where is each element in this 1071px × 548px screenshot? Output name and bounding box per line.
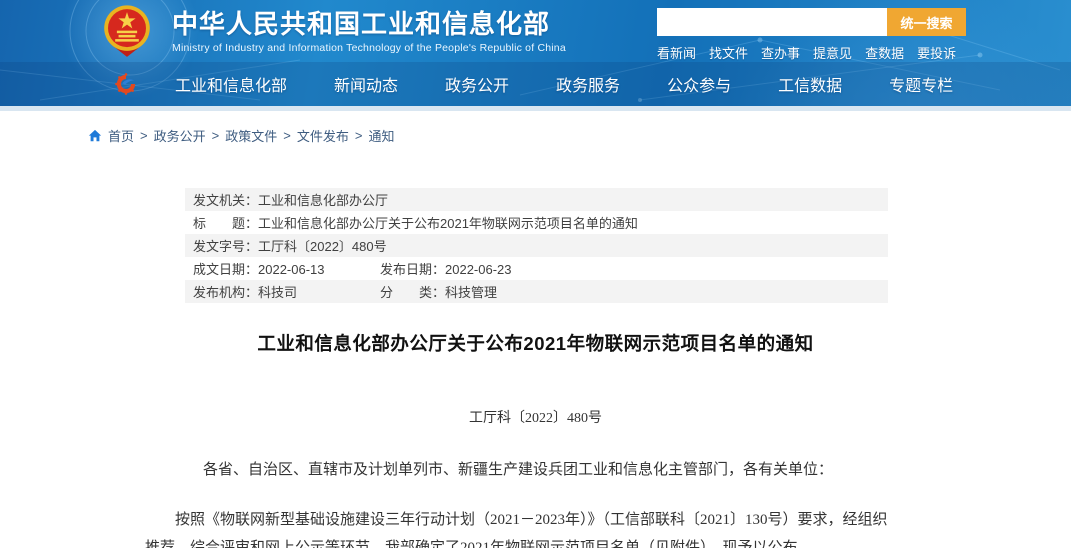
quick-links: 看新闻 找文件 查办事 提意见 查数据 要投诉 bbox=[657, 43, 967, 62]
breadcrumb-gov-disclosure[interactable]: 政务公开 bbox=[154, 126, 206, 145]
home-icon bbox=[88, 129, 102, 141]
quick-link-services[interactable]: 查办事 bbox=[761, 43, 800, 62]
breadcrumb-policy-documents[interactable]: 政策文件 bbox=[225, 126, 277, 145]
quick-link-news[interactable]: 看新闻 bbox=[657, 43, 696, 62]
meta-value: 2022-06-13 bbox=[258, 262, 325, 277]
meta-value: 工业和信息化部办公厅关于公布2021年物联网示范项目名单的通知 bbox=[258, 216, 638, 231]
nav-item-special-columns[interactable]: 专题专栏 bbox=[889, 72, 953, 96]
meta-value: 科技管理 bbox=[445, 285, 498, 300]
breadcrumb: 首页 > 政务公开 > 政策文件 > 文件发布 > 通知 bbox=[88, 126, 1071, 145]
meta-label: 发文机关： bbox=[193, 193, 259, 208]
header-top: 中华人民共和国工业和信息化部 Ministry of Industry and … bbox=[0, 0, 1071, 62]
meta-label: 发布机构： bbox=[193, 285, 259, 300]
breadcrumb-home[interactable]: 首页 bbox=[108, 126, 134, 145]
header-divider-strip bbox=[0, 106, 1071, 111]
quick-link-suggestions[interactable]: 提意见 bbox=[813, 43, 852, 62]
quick-link-complaints[interactable]: 要投诉 bbox=[917, 43, 956, 62]
document-body: 各省、自治区、直辖市及计划单列市、新疆生产建设兵团工业和信息化主管部门，各有关单… bbox=[145, 456, 890, 548]
quick-link-data[interactable]: 查数据 bbox=[865, 43, 904, 62]
main-nav: 工业和信息化部 新闻动态 政务公开 政务服务 公众参与 工信数据 专题专栏 bbox=[0, 62, 1071, 106]
document-title: 工业和信息化部办公厅关于公布2021年物联网示范项目名单的通知 bbox=[257, 333, 814, 354]
document-number: 工厅科〔2022〕480号 bbox=[469, 411, 602, 426]
nav-item-news[interactable]: 新闻动态 bbox=[334, 72, 398, 96]
body-paragraph: 按照《物联网新型基础设施建设三年行动计划（2021－2023年）》（工信部联科〔… bbox=[145, 512, 888, 548]
breadcrumb-notice[interactable]: 通知 bbox=[368, 126, 394, 145]
breadcrumb-document-release[interactable]: 文件发布 bbox=[297, 126, 349, 145]
breadcrumb-separator: > bbox=[140, 128, 148, 143]
meta-value: 工厅科〔2022〕480号 bbox=[258, 239, 387, 254]
meta-row-agency-category: 发布机构：科技司 分 类：科技管理 bbox=[185, 280, 888, 303]
search-button[interactable]: 统一搜索 bbox=[887, 8, 966, 36]
nav-item-gov-disclosure[interactable]: 政务公开 bbox=[445, 72, 509, 96]
site-header: 中华人民共和国工业和信息化部 Ministry of Industry and … bbox=[0, 0, 1071, 106]
miit-logo-icon bbox=[115, 73, 136, 95]
brand-home-link[interactable]: 中华人民共和国工业和信息化部 Ministry of Industry and … bbox=[100, 4, 566, 59]
breadcrumb-separator: > bbox=[283, 128, 291, 143]
salutation-paragraph: 各省、自治区、直辖市及计划单列市、新疆生产建设兵团工业和信息化主管部门，各有关单… bbox=[203, 462, 834, 478]
quick-link-files[interactable]: 找文件 bbox=[709, 43, 748, 62]
document-page: 发文机关：工业和信息化部办公厅 标 题：工业和信息化部办公厅关于公布2021年物… bbox=[0, 188, 1071, 548]
meta-row-issuing-agency: 发文机关：工业和信息化部办公厅 bbox=[185, 188, 888, 211]
breadcrumb-separator: > bbox=[354, 128, 363, 143]
brand-text: 中华人民共和国工业和信息化部 Ministry of Industry and … bbox=[172, 9, 566, 54]
site-subtitle: Ministry of Industry and Information Tec… bbox=[172, 42, 566, 54]
nav-item-miit[interactable]: 工业和信息化部 bbox=[175, 72, 287, 96]
nav-items: 工业和信息化部 新闻动态 政务公开 政务服务 公众参与 工信数据 专题专栏 bbox=[175, 72, 1000, 96]
meta-row-doc-number: 发文字号：工厅科〔2022〕480号 bbox=[185, 234, 888, 257]
nav-item-public-participation[interactable]: 公众参与 bbox=[667, 72, 731, 96]
meta-value: 2022-06-23 bbox=[445, 262, 512, 277]
nav-item-gov-services[interactable]: 政务服务 bbox=[556, 72, 620, 96]
meta-label: 发布日期： bbox=[380, 262, 446, 277]
national-emblem-icon bbox=[104, 5, 150, 57]
search-input[interactable] bbox=[657, 8, 887, 36]
breadcrumb-separator: > bbox=[211, 128, 220, 143]
meta-row-dates: 成文日期：2022-06-13 发布日期：2022-06-23 bbox=[185, 257, 888, 280]
meta-label: 成文日期： bbox=[193, 262, 259, 277]
document-meta-table: 发文机关：工业和信息化部办公厅 标 题：工业和信息化部办公厅关于公布2021年物… bbox=[185, 188, 888, 303]
meta-value: 工业和信息化部办公厅 bbox=[258, 193, 389, 208]
meta-label: 标 题： bbox=[193, 216, 259, 231]
meta-row-title: 标 题：工业和信息化部办公厅关于公布2021年物联网示范项目名单的通知 bbox=[185, 211, 888, 234]
meta-label: 发文字号： bbox=[193, 239, 259, 254]
nav-item-data[interactable]: 工信数据 bbox=[778, 72, 842, 96]
meta-value: 科技司 bbox=[258, 285, 298, 300]
site-title: 中华人民共和国工业和信息化部 bbox=[172, 9, 551, 39]
search-area: 统一搜索 看新闻 找文件 查办事 提意见 查数据 要投诉 bbox=[657, 8, 967, 62]
meta-label: 分 类： bbox=[380, 285, 446, 300]
